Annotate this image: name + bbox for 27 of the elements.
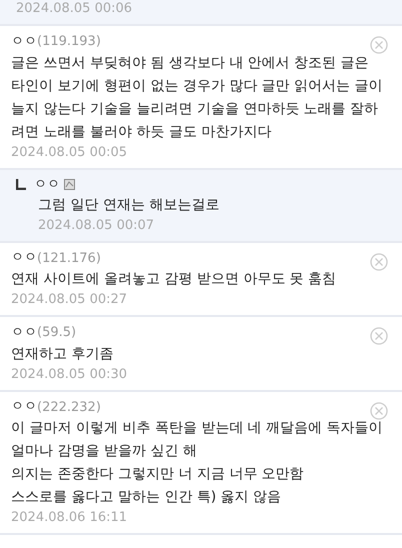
comment-text: 연재하고 후기좀 — [11, 344, 114, 364]
delete-icon[interactable] — [370, 36, 388, 54]
comment-text: 연재 사이트에 올려놓고 감평 받으면 아무도 못 훔침 — [11, 270, 338, 289]
comment-date: 2024.08.05 00:05 — [11, 144, 128, 162]
comment-text: 의지는 존중한다 그렇지만 너 지금 너무 오만함 — [11, 465, 305, 484]
comment-text: 글은 쓰면서 부딪혀야 됨 생각보다 내 안에서 창조된 글은 타인이 보기에 형편이 없는 경우가 많다 글만 읽어서는 글이 늘지 않는다 기술을 늘리려면 기술을 연마하듯 노래를 잘하려면 노래를 불러야 하듯 글도 마찬가지다 — [11, 54, 384, 142]
comment-date: 2024.08.05 00:07 — [38, 216, 156, 234]
comment-date: 2024.08.05 00:27 — [11, 291, 128, 309]
nickname: ㅇㅇ — [11, 324, 37, 342]
nickname: ㅇㅇ — [11, 398, 37, 416]
ip-address: (59.5) — [37, 324, 76, 342]
nickname: ㅇㅇ — [11, 32, 37, 51]
comment-date: 2024.08.05 00:30 — [11, 366, 128, 384]
ip-address: (121.176) — [37, 250, 101, 268]
comment-date: 2024.08.05 00:06 — [16, 0, 134, 18]
nickname: ㅇㅇ — [34, 176, 60, 194]
comment-date: 2024.08.06 16:11 — [11, 509, 128, 527]
delete-icon[interactable] — [370, 402, 388, 420]
member-icon — [64, 179, 75, 190]
comment-text: 그럼 일단 연재는 해보는걸로 — [38, 196, 220, 214]
delete-icon[interactable] — [370, 327, 388, 345]
comment-text: 스스로를 옳다고 말하는 인간 특) 옳지 않음 — [11, 488, 282, 507]
ip-address: (119.193) — [37, 33, 101, 51]
comment-text: 이 글마저 이렇게 비추 폭탄을 받는데 네 깨달음에 독자들이 얼마나 감명을 받을까 싶긴 해 — [11, 419, 384, 461]
nickname: ㅇㅇ — [11, 249, 37, 268]
ip-address: (222.232) — [37, 398, 101, 416]
delete-icon[interactable] — [370, 252, 388, 270]
